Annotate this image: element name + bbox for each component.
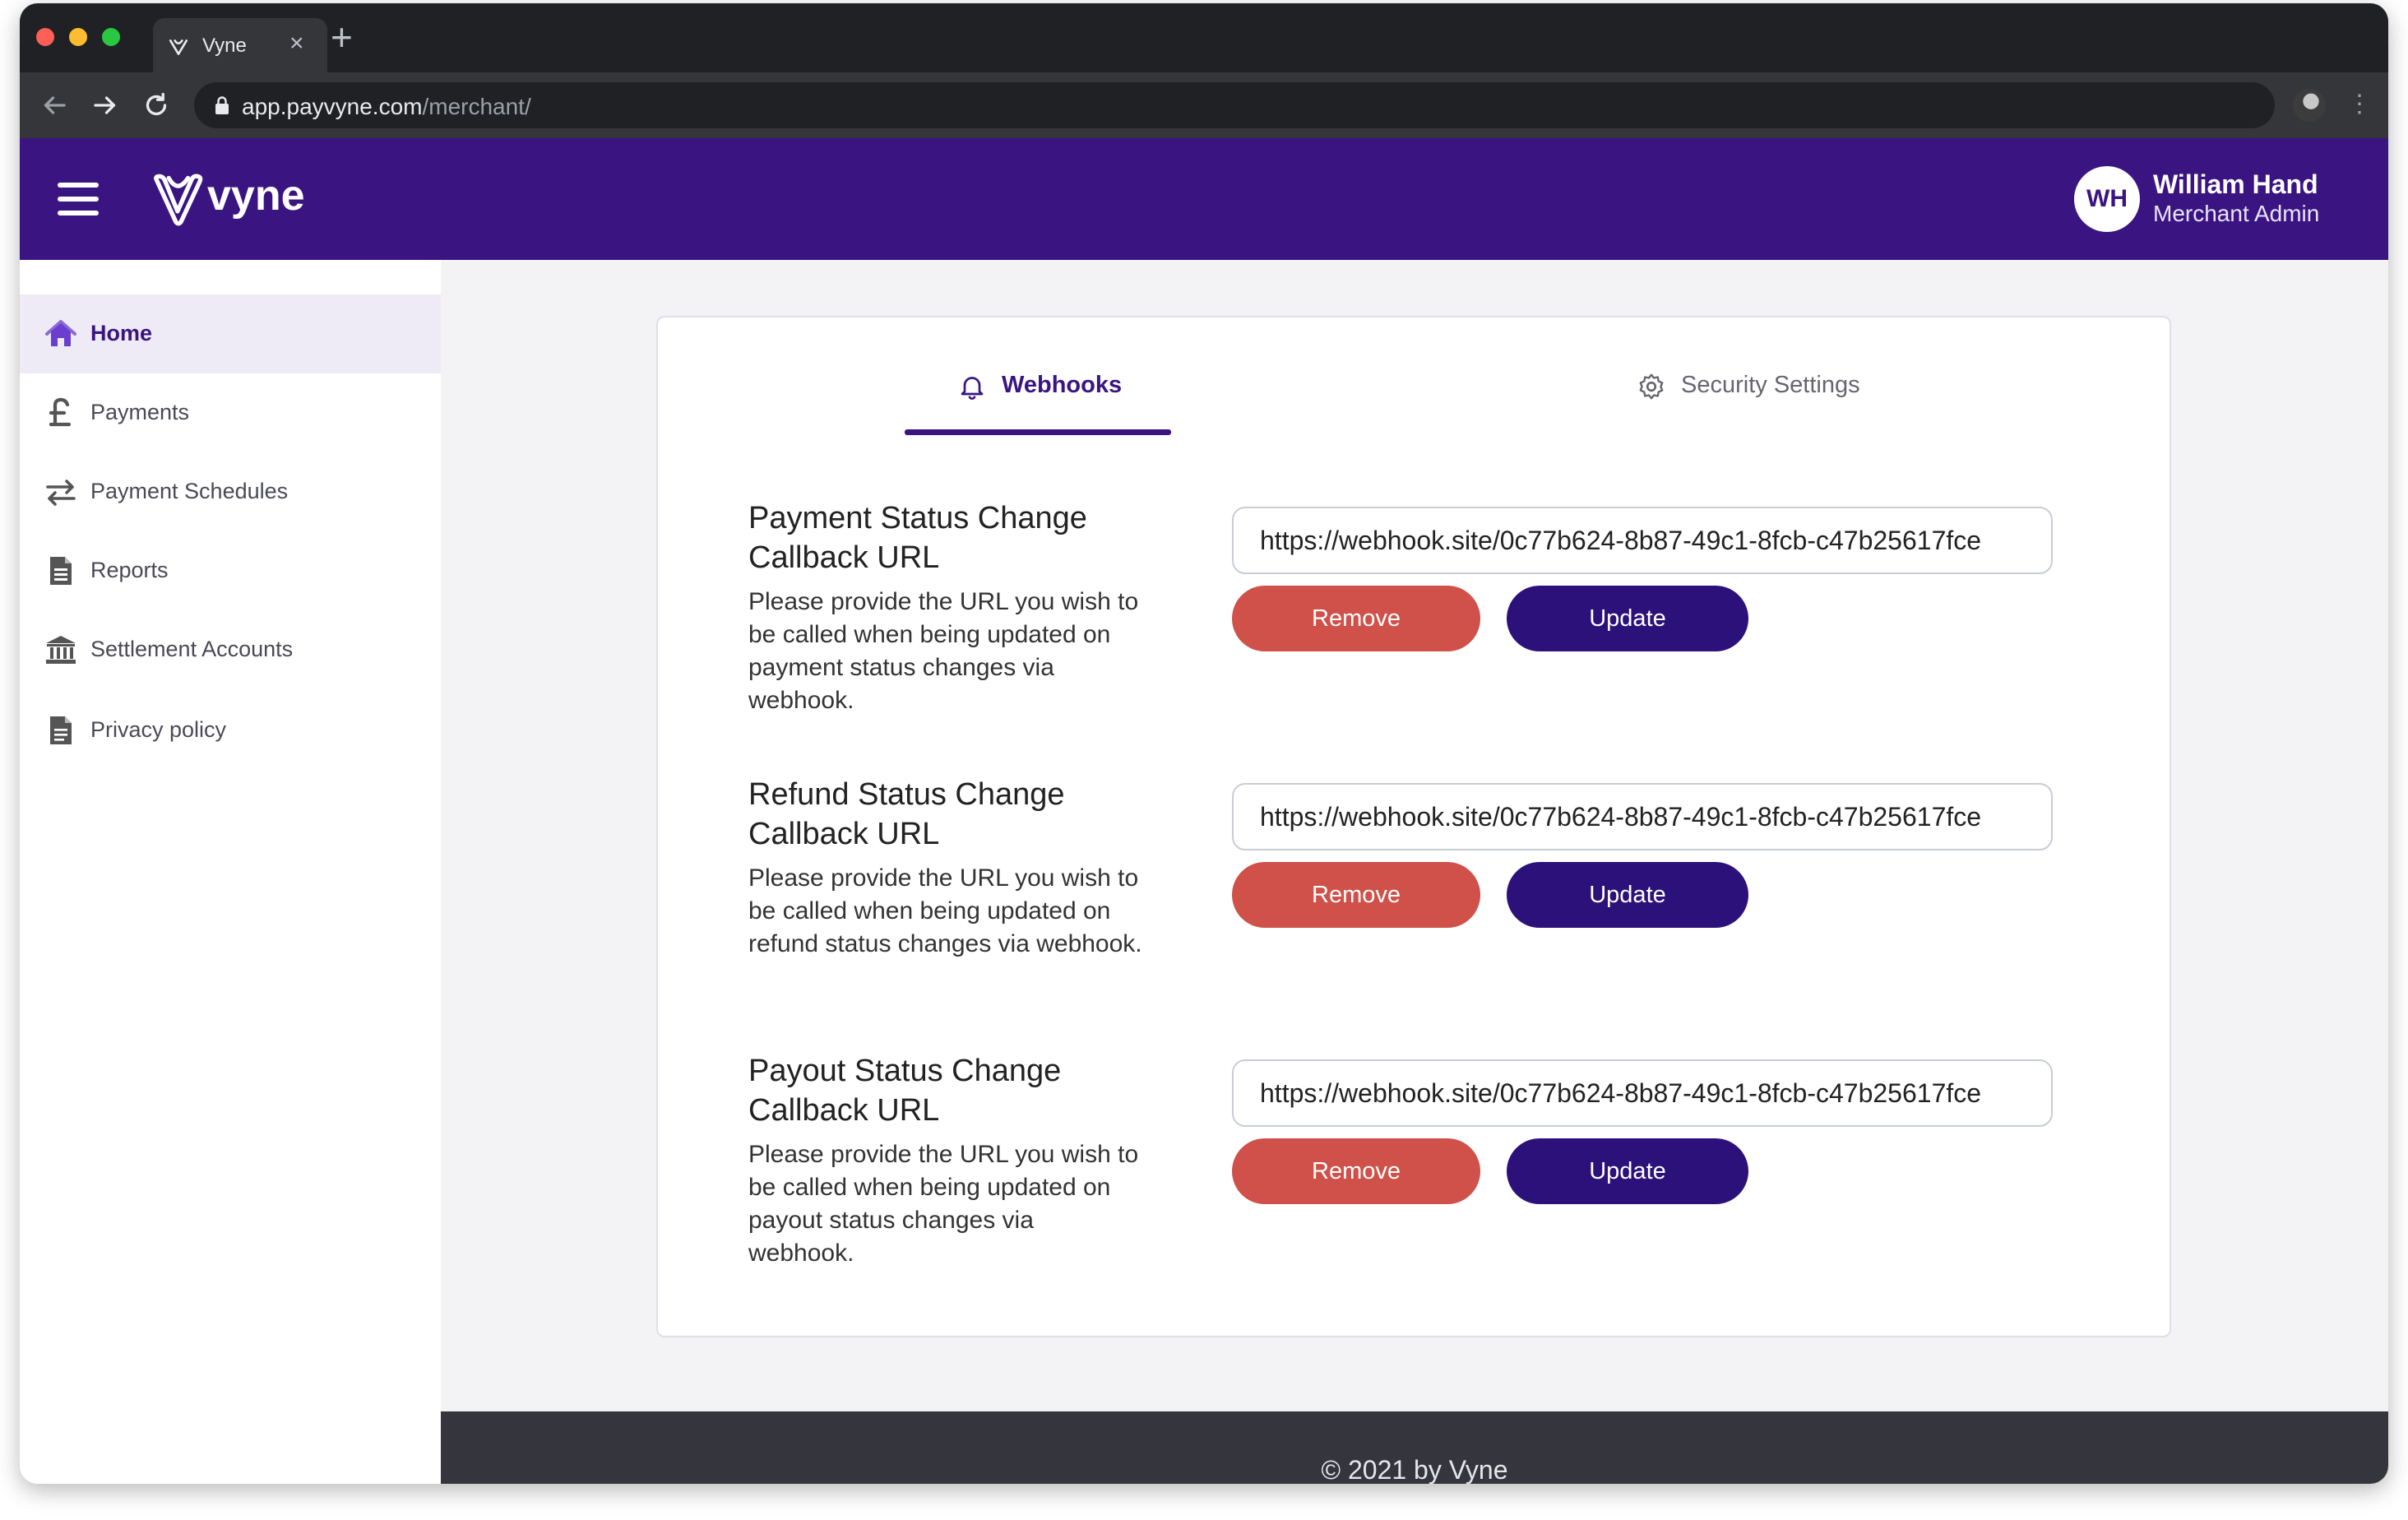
payout-callback-url-input[interactable] xyxy=(1232,1059,2053,1127)
sidebar-item-label: Settlement Accounts xyxy=(90,637,294,661)
arrows-exchange-icon xyxy=(46,480,76,506)
browser-window: Vyne × + app.payvyne.com/merchant/ ⋮ vyn… xyxy=(20,3,2388,1484)
payment-status-webhook-section: Payment Status Change Callback URL Pleas… xyxy=(748,498,2146,745)
home-icon xyxy=(45,320,76,346)
sidebar-item-payment-schedules[interactable]: Payment Schedules xyxy=(20,452,441,531)
gear-icon xyxy=(1639,373,1664,400)
tab-webhooks[interactable]: Webhooks xyxy=(957,367,1171,408)
maximize-window-button[interactable] xyxy=(102,28,120,46)
user-role: Merchant Admin xyxy=(2153,201,2320,226)
remove-payout-callback-button[interactable]: Remove xyxy=(1232,1138,1480,1204)
reload-icon[interactable] xyxy=(141,90,171,120)
forward-arrow-icon[interactable] xyxy=(90,90,120,120)
sidebar-item-home[interactable]: Home xyxy=(20,294,441,373)
app-header: vyne WH William Hand Merchant Admin xyxy=(20,138,2388,260)
address-url: app.payvyne.com/merchant/ xyxy=(242,94,531,120)
refund-callback-url-input[interactable] xyxy=(1232,783,2053,850)
webhooks-card: Webhooks Security Settings Payment Statu… xyxy=(656,316,2171,1337)
vyne-favicon-icon xyxy=(169,39,188,55)
remove-payment-callback-button[interactable]: Remove xyxy=(1232,586,1480,651)
new-tab-icon[interactable]: + xyxy=(331,18,353,56)
browser-toolbar: app.payvyne.com/merchant/ ⋮ xyxy=(20,72,2388,138)
back-arrow-icon[interactable] xyxy=(39,90,69,120)
browser-profile-avatar[interactable] xyxy=(2293,89,2326,122)
minimize-window-button[interactable] xyxy=(69,28,87,46)
close-tab-icon[interactable]: × xyxy=(289,31,304,56)
sidebar: Home Payments Payment Schedules Reports … xyxy=(20,260,441,1484)
close-window-button[interactable] xyxy=(36,28,54,46)
browser-tab[interactable]: Vyne × xyxy=(153,18,327,72)
update-payout-callback-button[interactable]: Update xyxy=(1507,1138,1748,1204)
refund-status-webhook-section: Refund Status Change Callback URL Please… xyxy=(748,775,2146,1022)
browser-tabstrip: Vyne × + xyxy=(20,3,2388,72)
section-description: Please provide the URL you wish to be ca… xyxy=(748,588,1139,714)
sidebar-item-label: Reports xyxy=(90,558,169,582)
section-title: Payout Status Change Callback URL xyxy=(748,1054,1062,1128)
section-title: Payment Status Change Callback URL xyxy=(748,501,1087,575)
section-description: Please provide the URL you wish to be ca… xyxy=(748,864,1142,957)
sidebar-item-label: Privacy policy xyxy=(90,717,227,742)
hamburger-menu-icon[interactable] xyxy=(58,183,100,215)
bell-icon xyxy=(961,377,984,400)
sidebar-item-settlement-accounts[interactable]: Settlement Accounts xyxy=(20,610,441,689)
browser-menu-icon[interactable]: ⋮ xyxy=(2347,90,2372,118)
vyne-logo-icon xyxy=(154,174,203,226)
section-description: Please provide the URL you wish to be ca… xyxy=(748,1141,1139,1267)
sidebar-item-label: Payment Schedules xyxy=(90,479,289,503)
url-host: app.payvyne.com xyxy=(242,94,423,119)
sidebar-item-privacy-policy[interactable]: Privacy policy xyxy=(20,691,441,770)
page-footer: © 2021 by Vyne xyxy=(441,1411,2388,1484)
report-document-icon xyxy=(50,557,72,585)
url-path: /merchant/ xyxy=(422,94,531,119)
update-refund-callback-button[interactable]: Update xyxy=(1507,862,1748,928)
bank-icon xyxy=(46,636,76,664)
payout-status-webhook-section: Payout Status Change Callback URL Please… xyxy=(748,1051,2146,1298)
pound-icon xyxy=(49,397,72,427)
sidebar-item-label: Payments xyxy=(90,400,190,424)
tab-label: Security Settings xyxy=(1681,372,1860,398)
tab-label: Webhooks xyxy=(1002,372,1123,398)
browser-tab-title: Vyne xyxy=(202,35,247,57)
sidebar-item-payments[interactable]: Payments xyxy=(20,373,441,452)
user-avatar[interactable]: WH xyxy=(2074,166,2140,232)
document-icon xyxy=(50,716,72,744)
logo-text: vyne xyxy=(207,172,305,220)
active-tab-indicator xyxy=(905,429,1171,435)
lock-icon xyxy=(215,96,229,114)
sidebar-item-reports[interactable]: Reports xyxy=(20,531,441,610)
address-bar[interactable]: app.payvyne.com/merchant/ xyxy=(194,82,2275,128)
user-name[interactable]: William Hand xyxy=(2153,169,2318,200)
sidebar-item-label: Home xyxy=(90,321,153,345)
section-title: Refund Status Change Callback URL xyxy=(748,777,1065,851)
footer-copyright: © 2021 by Vyne xyxy=(1321,1455,1508,1484)
payment-callback-url-input[interactable] xyxy=(1232,507,2053,574)
tab-security-settings[interactable]: Security Settings xyxy=(1637,367,1916,408)
update-payment-callback-button[interactable]: Update xyxy=(1507,586,1748,651)
remove-refund-callback-button[interactable]: Remove xyxy=(1232,862,1480,928)
